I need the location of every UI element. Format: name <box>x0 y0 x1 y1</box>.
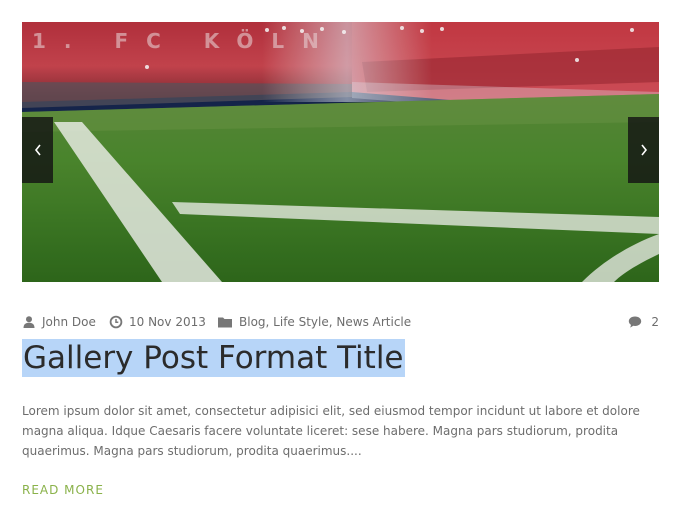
date-text: 10 Nov 2013 <box>129 315 206 329</box>
gallery-prev-button[interactable] <box>22 117 53 183</box>
category-link-life-style[interactable]: Life Style <box>273 313 329 331</box>
author-name: John Doe <box>42 315 96 329</box>
category-separator: , <box>328 315 337 329</box>
post-date: 10 Nov 2013 <box>109 313 206 331</box>
post-excerpt: Lorem ipsum dolor sit amet, consectetur … <box>22 404 640 458</box>
gallery-next-button[interactable] <box>628 117 659 183</box>
category-link-blog[interactable]: Blog <box>239 313 266 331</box>
comment-count: 2 <box>651 315 659 329</box>
clock-icon <box>109 315 123 329</box>
comment-icon <box>628 315 642 329</box>
post-author[interactable]: John Doe <box>22 313 96 331</box>
stadium-image: 1. FC KÖLN <box>22 22 659 282</box>
post-meta: John Doe 10 Nov 2013 Blog, Life Style, N… <box>22 313 659 331</box>
chevron-left-icon <box>34 144 41 156</box>
post-title[interactable]: Gallery Post Format Title <box>22 339 405 377</box>
read-more-link[interactable]: READ MORE <box>22 481 104 499</box>
post-categories: Blog, Life Style, News Article <box>217 313 411 331</box>
category-separator: , <box>265 315 274 329</box>
user-icon <box>22 315 36 329</box>
post-comments-link[interactable]: 2 <box>628 313 659 331</box>
post-gallery-slider[interactable]: 1. FC KÖLN <box>22 22 659 282</box>
category-link-news-article[interactable]: News Article <box>336 313 411 331</box>
chevron-right-icon <box>640 144 647 156</box>
folder-icon <box>217 315 233 329</box>
